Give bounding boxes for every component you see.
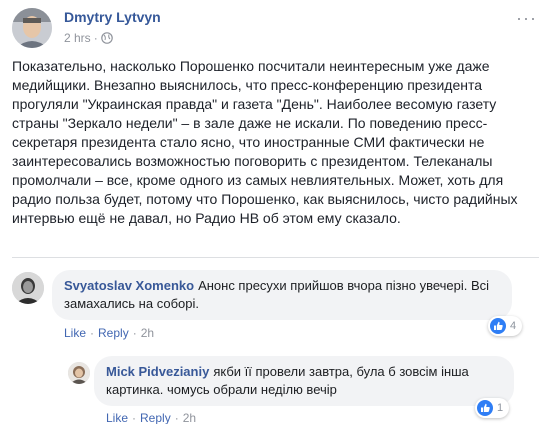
comment-bubble: Svyatoslav Xomenko Анонс пресухи прийшов … xyxy=(52,270,512,320)
post-meta: 2 hrs · xyxy=(64,31,113,45)
reaction-count-badge[interactable]: 4 xyxy=(488,316,523,336)
like-icon xyxy=(490,318,506,334)
post-header: Dmytry Lytvyn 2 hrs · ··· xyxy=(12,8,539,52)
comment-timestamp[interactable]: 2h xyxy=(183,411,196,424)
comment-2: Mick Pidvezianiy якби її провели завтра, … xyxy=(60,354,539,424)
like-icon xyxy=(477,400,493,416)
reaction-count-badge[interactable]: 1 xyxy=(475,398,510,418)
comment-actions: Like · Reply · 2h xyxy=(64,326,155,340)
comment-bubble: Mick Pidvezianiy якби її провели завтра, … xyxy=(94,356,514,406)
reaction-count: 1 xyxy=(497,402,504,414)
comment-1: Svyatoslav Xomenko Анонс пресухи прийшов … xyxy=(12,267,539,347)
post-text: Показательно, насколько Порошенко посчит… xyxy=(12,58,518,226)
like-button[interactable]: Like xyxy=(64,326,86,340)
like-button[interactable]: Like xyxy=(106,411,128,424)
reaction-count: 4 xyxy=(510,320,517,332)
avatar-photo xyxy=(12,272,44,304)
globe-icon xyxy=(100,32,113,44)
meta-separator: · xyxy=(93,31,98,45)
comment-author[interactable]: Svyatoslav Xomenko xyxy=(64,278,194,293)
more-options-icon[interactable]: ··· xyxy=(516,8,537,29)
avatar-photo xyxy=(68,362,90,384)
reply-button[interactable]: Reply xyxy=(140,411,171,424)
author-avatar[interactable] xyxy=(12,8,52,48)
comment-actions: Like · Reply · 2h xyxy=(106,411,197,424)
post-timestamp[interactable]: 2 hrs xyxy=(64,31,91,45)
comment-author[interactable]: Mick Pidvezianiy xyxy=(106,364,209,379)
post-author-name[interactable]: Dmytry Lytvyn xyxy=(64,9,161,25)
comment-avatar[interactable] xyxy=(12,272,44,304)
avatar-photo xyxy=(12,8,52,48)
comment-timestamp[interactable]: 2h xyxy=(141,326,154,340)
reply-button[interactable]: Reply xyxy=(98,326,129,340)
divider xyxy=(12,257,539,258)
comment-avatar[interactable] xyxy=(68,362,90,384)
